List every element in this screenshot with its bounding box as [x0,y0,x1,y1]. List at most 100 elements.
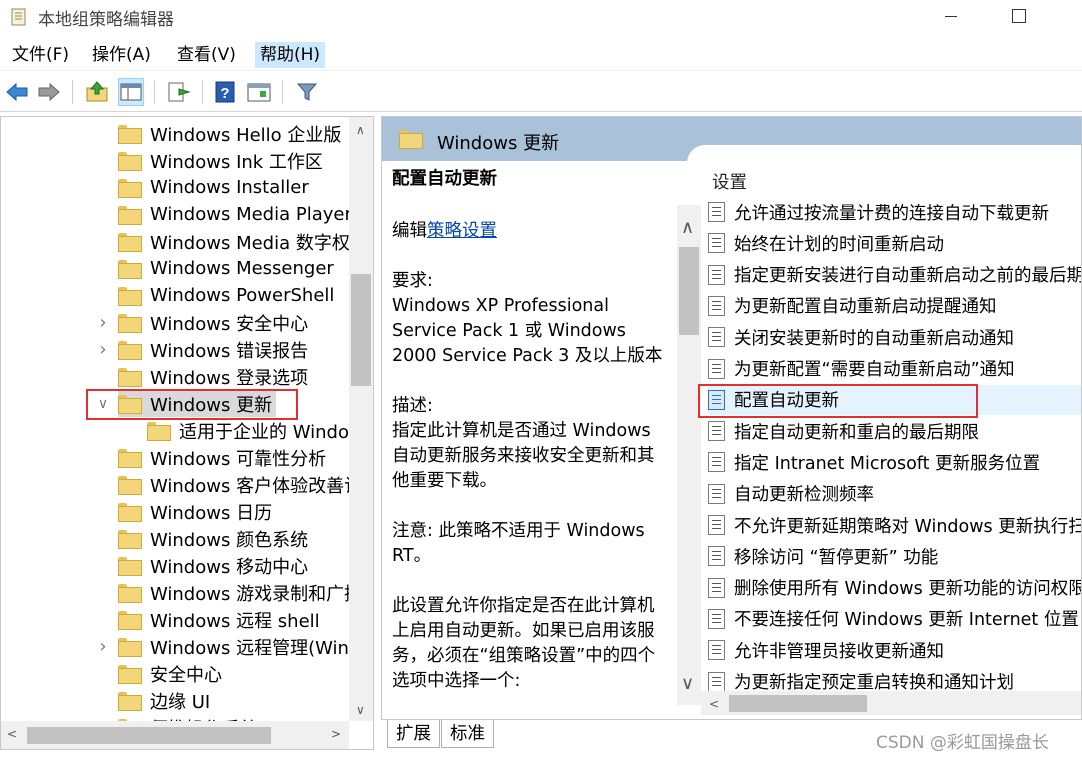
policy-setting-icon [708,640,725,661]
policy-setting-label: 不允许更新延期策略对 Windows 更新执行扫 [734,516,1082,537]
folder-icon [118,260,142,279]
scroll-up-arrow-icon[interactable]: ∧ [356,123,365,137]
requirements-label: 要求: [392,271,433,291]
policy-setting-label: 指定更新安装进行自动重新启动之前的最后期 [734,266,1082,287]
folder-icon [118,125,142,144]
policy-setting-row[interactable]: 指定自动更新和重启的最后期限 [708,416,1081,446]
policy-setting-icon [708,264,725,285]
policy-setting-row[interactable]: 指定更新安装进行自动重新启动之前的最后期 [708,260,1082,290]
policy-settings-link[interactable]: 策略设置 [427,221,497,241]
filter-icon[interactable] [294,78,320,106]
tree-item-label: Windows 日历 [150,502,273,524]
folder-icon [118,584,142,603]
tree-item[interactable]: Windows 日历 [118,498,272,525]
scroll-right-arrow-icon[interactable]: > [331,727,341,741]
tree-item-label: Windows 登录选项 [150,367,309,389]
watermark: CSDN @彩虹国操盘长 [876,733,1049,753]
tree-item[interactable]: › Windows 错误报告 [99,336,309,363]
selected-tree-highlight [86,389,298,420]
policy-setting-row[interactable]: 为更新配置“需要自动重新启动”通知 [708,354,1081,384]
policy-setting-label: 指定自动更新和重启的最后期限 [734,422,979,443]
tab-standard[interactable]: 标准 [441,720,494,748]
policy-setting-row[interactable]: 自动更新检测频率 [708,479,1081,509]
policy-setting-row[interactable]: 不允许更新延期策略对 Windows 更新执行扫 [708,510,1082,540]
policy-setting-label: 不要连接任何 Windows 更新 Internet 位置 [734,610,1079,631]
tree-item[interactable]: › Windows 安全中心 [99,309,308,336]
policy-setting-row[interactable]: 关闭安装更新时的自动重新启动通知 [708,322,1081,352]
menu-help[interactable]: 帮助(H) [255,42,326,68]
toolbar: ? [0,72,1082,112]
scroll-down-arrow-icon[interactable]: ∨ [681,673,694,694]
tree-item[interactable]: Windows 游戏录制和广播 [118,579,362,606]
policy-setting-label: 自动更新检测频率 [734,485,874,506]
tree-item[interactable]: Windows Installer [118,174,309,201]
scroll-left-arrow-icon[interactable]: < [709,697,719,711]
settings-horizontal-scroll-thumb[interactable] [729,695,867,712]
policy-setting-icon [708,608,725,629]
policy-setting-row[interactable]: 删除使用所有 Windows 更新功能的访问权限 [708,573,1081,603]
tree-item[interactable]: Windows 可靠性分析 [118,444,326,471]
tree-item[interactable]: Windows 移动中心 [118,552,308,579]
tree-vertical-scrollbar[interactable] [349,117,373,721]
tree-item[interactable]: Windows PowerShell [118,282,334,309]
forward-icon[interactable] [36,78,62,106]
description-label: 描述: [392,396,433,416]
expand-chevron-icon[interactable]: › [97,312,109,333]
tree-item-label: Windows 错误报告 [150,340,309,362]
tree-item-label: Windows Installer [150,177,309,198]
tree-item[interactable]: 适用于企业的 Windows [147,417,373,444]
tree-item[interactable]: 安全中心 [118,660,222,687]
tree-item[interactable]: Windows Media Player [118,201,352,228]
expand-chevron-icon[interactable]: › [97,339,109,360]
tree-item[interactable]: Windows 颜色系统 [118,525,308,552]
tree-item-label: 边缘 UI [150,691,211,713]
tree-item[interactable]: › Windows 远程管理(WinR [99,633,361,660]
tree-item[interactable]: Windows 远程 shell [118,606,320,633]
folder-icon [147,422,171,441]
menu-view[interactable]: 查看(V) [172,42,241,68]
folder-icon [118,476,142,495]
menu-file[interactable]: 文件(F) [7,42,74,68]
tree-item[interactable]: Windows Messenger [118,255,334,282]
tree-item-label: Windows Hello 企业版 [150,124,342,146]
properties-icon[interactable] [246,78,272,106]
tree-vertical-scroll-thumb[interactable] [351,274,371,386]
policy-setting-row[interactable]: 允许通过按流量计费的连接自动下载更新 [708,197,1081,227]
export-list-icon[interactable] [166,78,192,106]
expand-chevron-icon[interactable]: › [97,636,109,657]
up-folder-icon[interactable] [84,78,110,106]
tree-horizontal-scroll-thumb[interactable] [27,727,271,744]
folder-icon [118,665,142,684]
scroll-left-arrow-icon[interactable]: < [7,727,17,741]
policy-setting-row[interactable]: 指定 Intranet Microsoft 更新服务位置 [708,447,1081,477]
tree-item-label: Windows 移动中心 [150,556,309,578]
minimize-button[interactable] [928,0,974,32]
menu-action[interactable]: 操作(A) [87,42,156,68]
tree-item[interactable]: 边缘 UI [118,687,210,714]
policy-setting-row[interactable]: 移除访问 “暂停更新” 功能 [708,541,1081,571]
folder-icon [118,557,142,576]
tree-item[interactable]: Windows Ink 工作区 [118,147,323,174]
folder-icon [118,503,142,522]
settings-column-header[interactable]: 设置 [712,169,747,194]
tree-item-label: Windows Media 数字权限 [150,232,368,254]
policy-setting-row[interactable]: 始终在计划的时间重新启动 [708,228,1081,258]
tree-item[interactable]: Windows 客户体验改善计 [118,471,362,498]
tree-item[interactable]: Windows 登录选项 [118,363,308,390]
help-icon[interactable]: ? [212,78,238,106]
policy-setting-row[interactable]: 为更新配置自动重新启动提醒通知 [708,291,1081,321]
folder-icon [118,179,142,198]
scroll-down-arrow-icon[interactable]: ∨ [356,703,365,717]
tree-item-label: Windows Messenger [150,258,334,279]
back-icon[interactable] [4,78,30,106]
scroll-up-arrow-icon[interactable]: ∧ [681,217,694,238]
maximize-button[interactable] [996,0,1042,32]
tree-item[interactable]: Windows Hello 企业版 [118,120,341,147]
tab-extended[interactable]: 扩展 [387,720,440,748]
settings-vertical-scroll-thumb[interactable] [679,247,699,335]
policy-setting-row[interactable]: 允许非管理员接收更新通知 [708,635,1081,665]
show-hide-tree-icon[interactable] [118,78,144,106]
folder-icon [118,692,142,711]
policy-setting-row[interactable]: 不要连接任何 Windows 更新 Internet 位置 [708,604,1081,634]
tree-item[interactable]: Windows Media 数字权限 [118,228,368,255]
